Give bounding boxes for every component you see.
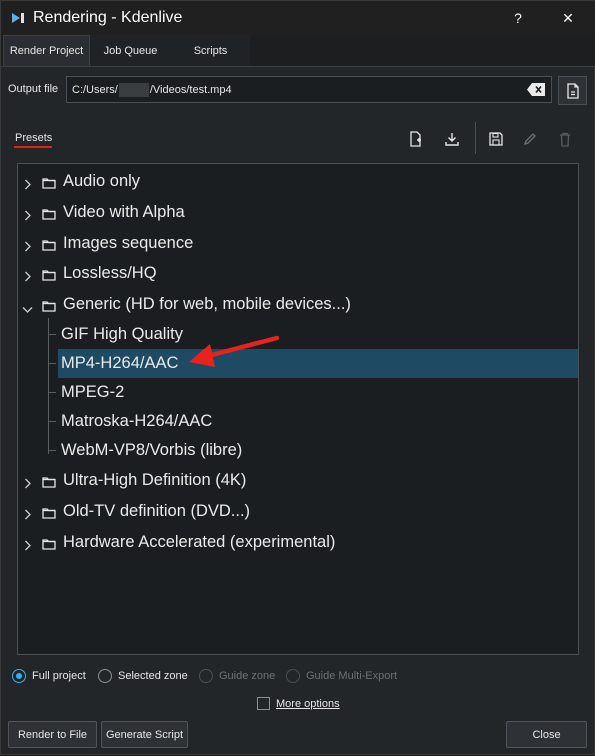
radio-full-project[interactable]: Full project (12, 669, 86, 683)
radio-indicator (199, 669, 213, 683)
radio-guide-multi-export: Guide Multi-Export (286, 669, 397, 683)
chevron-right-icon[interactable] (24, 176, 32, 195)
preset-item-matroska[interactable]: Matroska-H264/AAC (18, 407, 578, 436)
render-to-file-button[interactable]: Render to File (8, 721, 97, 748)
clear-text-icon[interactable] (527, 83, 545, 99)
toolbar-separator (475, 122, 476, 154)
presets-tree[interactable]: Audio only Video with Alpha Images seque… (17, 163, 579, 655)
presets-annotation-underline (14, 146, 52, 148)
radio-indicator[interactable] (98, 669, 112, 683)
download-preset-icon[interactable] (442, 129, 462, 149)
radio-indicator (286, 669, 300, 683)
folder-icon (42, 298, 56, 317)
preset-group-label: Video with Alpha (63, 203, 185, 221)
preset-item-label: WebM-VP8/Vorbis (libre) (61, 441, 243, 459)
delete-preset-icon (555, 129, 575, 149)
preset-group-label: Old-TV definition (DVD...) (63, 502, 251, 520)
preset-group-lossless-hq[interactable]: Lossless/HQ (18, 259, 578, 288)
radio-selected-zone[interactable]: Selected zone (98, 669, 188, 683)
preset-group-audio-only[interactable]: Audio only (18, 167, 578, 196)
preset-group-label: Hardware Accelerated (experimental) (63, 533, 336, 551)
render-zone-options: Full project Selected zone Guide zone Gu… (1, 669, 595, 689)
preset-group-label: Ultra-High Definition (4K) (63, 471, 247, 489)
preset-group-video-alpha[interactable]: Video with Alpha (18, 198, 578, 227)
help-button[interactable]: ? (496, 1, 540, 35)
preset-item-webm[interactable]: WebM-VP8/Vorbis (libre) (18, 436, 578, 465)
redacted-username (118, 82, 149, 97)
radio-guide-zone: Guide zone (199, 669, 275, 683)
preset-group-label: Audio only (63, 172, 141, 190)
tab-bar: Render Project Job Queue Scripts (1, 35, 595, 67)
presets-label: Presets (15, 132, 53, 144)
output-file-label: Output file (8, 83, 59, 95)
preset-group-old-tv[interactable]: Old-TV definition (DVD...) (18, 497, 578, 526)
file-icon (566, 82, 579, 99)
preset-item-mp4-h264-aac[interactable]: MP4-H264/AAC (58, 349, 578, 378)
folder-icon (42, 175, 56, 194)
kdenlive-icon (10, 10, 26, 26)
preset-item-label: MP4-H264/AAC (61, 354, 179, 372)
output-file-input[interactable]: C:/Users/ /Videos/test.mp4 (66, 76, 552, 103)
preset-group-label: Lossless/HQ (63, 264, 157, 282)
generate-script-button[interactable]: Generate Script (101, 721, 188, 748)
tab-render-project[interactable]: Render Project (3, 35, 90, 66)
radio-indicator[interactable] (12, 669, 26, 683)
save-preset-icon[interactable] (486, 129, 506, 149)
more-options-toggle[interactable]: More options (257, 697, 340, 710)
edit-preset-icon (520, 129, 540, 149)
folder-icon (42, 206, 56, 225)
radio-label: Full project (32, 670, 86, 682)
chevron-right-icon[interactable] (24, 238, 32, 257)
chevron-right-icon[interactable] (24, 506, 32, 525)
folder-icon (42, 267, 56, 286)
preset-item-label: Matroska-H264/AAC (61, 412, 213, 430)
window-close-button[interactable]: ✕ (546, 1, 590, 35)
preset-item-label: MPEG-2 (61, 383, 125, 401)
chevron-right-icon[interactable] (24, 537, 32, 556)
close-button[interactable]: Close (506, 721, 587, 748)
tab-job-queue[interactable]: Job Queue (90, 35, 171, 66)
folder-icon (42, 505, 56, 524)
chevron-right-icon[interactable] (24, 475, 32, 494)
render-dialog: Rendering - Kdenlive ? ✕ Render Project … (0, 0, 595, 755)
output-file-row: Output file C:/Users/ /Videos/test.mp4 (1, 76, 595, 105)
radio-label: Guide zone (219, 670, 276, 682)
browse-file-button[interactable] (558, 76, 587, 105)
new-preset-icon[interactable] (406, 129, 426, 149)
output-path-start: C:/Users/ (72, 83, 118, 96)
radio-label: Selected zone (118, 670, 188, 682)
folder-icon (42, 237, 56, 256)
preset-item-gif-high-quality[interactable]: GIF High Quality (18, 320, 578, 349)
tab-scripts[interactable]: Scripts (171, 35, 250, 66)
preset-item-label: GIF High Quality (61, 325, 183, 343)
preset-group-generic[interactable]: Generic (HD for web, mobile devices...) (18, 290, 578, 319)
window-title: Rendering - Kdenlive (33, 9, 183, 26)
tree-branch-tick (48, 363, 56, 364)
preset-group-label: Generic (HD for web, mobile devices...) (63, 295, 351, 313)
output-path-end: /Videos/test.mp4 (149, 83, 232, 96)
folder-icon (42, 536, 56, 555)
preset-group-images-sequence[interactable]: Images sequence (18, 229, 578, 258)
preset-item-mpeg-2[interactable]: MPEG-2 (18, 378, 578, 407)
folder-icon (42, 474, 56, 493)
title-bar: Rendering - Kdenlive ? ✕ (1, 1, 595, 35)
chevron-right-icon[interactable] (24, 207, 32, 226)
chevron-right-icon[interactable] (24, 268, 32, 287)
radio-label: Guide Multi-Export (306, 670, 398, 682)
preset-group-label: Images sequence (63, 234, 194, 252)
preset-group-uhd-4k[interactable]: Ultra-High Definition (4K) (18, 466, 578, 495)
more-options-label[interactable]: More options (276, 698, 340, 710)
preset-group-hardware-accelerated[interactable]: Hardware Accelerated (experimental) (18, 528, 578, 557)
chevron-down-icon[interactable] (22, 300, 33, 319)
more-options-checkbox[interactable] (257, 697, 270, 710)
